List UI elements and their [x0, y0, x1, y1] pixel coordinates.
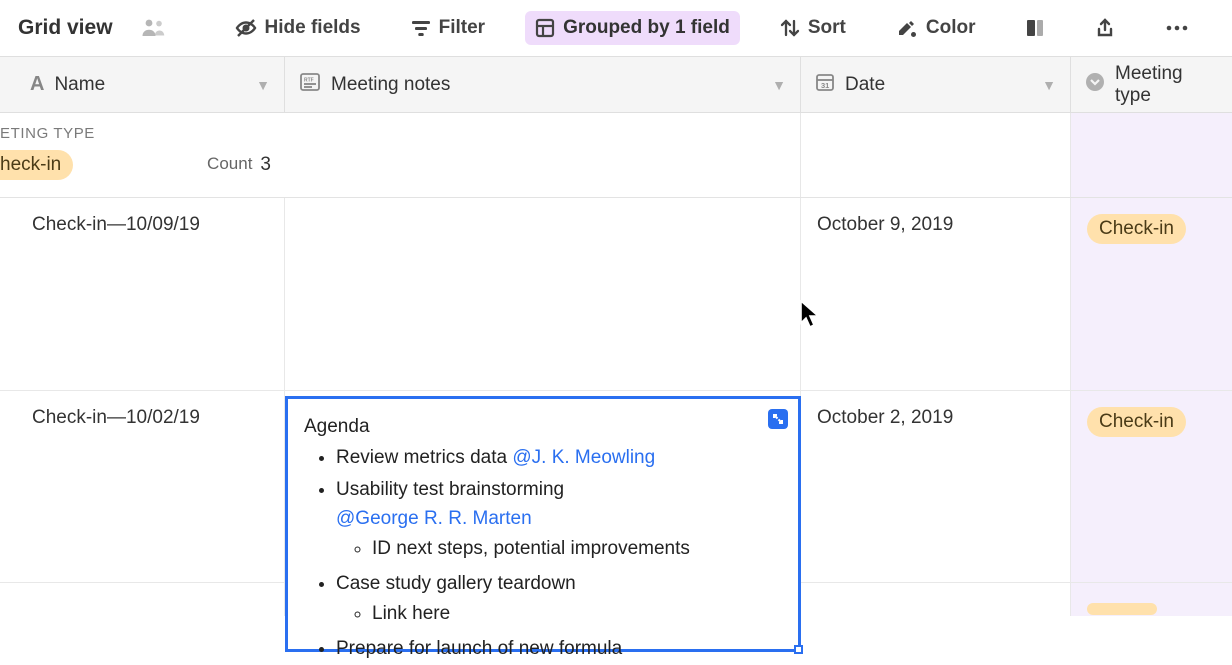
column-type-label: Meeting type — [1115, 63, 1218, 107]
calendar-field-icon: 31 — [815, 72, 835, 98]
rich-text-content[interactable]: Agenda Review metrics data @J. K. Meowli… — [304, 413, 782, 665]
chevron-down-icon[interactable]: ▼ — [772, 77, 786, 93]
filter-button[interactable]: Filter — [401, 11, 495, 45]
sort-button[interactable]: Sort — [770, 11, 856, 45]
group-count: Count 3 — [207, 154, 271, 176]
chevron-down-icon[interactable]: ▼ — [1042, 77, 1056, 93]
select-field-icon — [1085, 72, 1105, 98]
sort-label: Sort — [808, 17, 846, 39]
group-header: ETING TYPE heck-in Count 3 — [0, 113, 1232, 198]
filter-label: Filter — [439, 17, 485, 39]
mention[interactable]: @J. K. Meowling — [512, 447, 655, 468]
text-field-icon: A — [30, 73, 44, 96]
chevron-down-icon[interactable]: ▼ — [256, 77, 270, 93]
agenda-heading: Agenda — [304, 413, 782, 442]
expand-cell-icon[interactable] — [768, 409, 788, 429]
grouped-label: Grouped by 1 field — [563, 17, 730, 39]
hide-fields-button[interactable]: Hide fields — [225, 11, 371, 45]
type-pill — [1087, 603, 1157, 615]
row-height-icon[interactable] — [1015, 12, 1055, 44]
grouped-by-button[interactable]: Grouped by 1 field — [525, 11, 740, 45]
name-cell[interactable]: Check-in—10/09/19 — [0, 198, 285, 390]
mention[interactable]: @George R. R. Marten — [336, 508, 532, 529]
column-header-date[interactable]: 31 Date ▼ — [801, 57, 1071, 112]
column-header-meeting-notes[interactable]: RTF Meeting notes ▼ — [285, 57, 801, 112]
meeting-type-cell[interactable]: Check-in — [1071, 198, 1232, 390]
more-icon[interactable] — [1155, 18, 1199, 38]
group-field-label: ETING TYPE — [0, 125, 271, 142]
color-label: Color — [926, 17, 976, 39]
meeting-type-cell[interactable]: Check-in — [1071, 391, 1232, 582]
share-view-icon[interactable] — [1085, 12, 1125, 44]
type-pill: Check-in — [1087, 214, 1186, 244]
column-notes-label: Meeting notes — [331, 74, 450, 96]
meeting-notes-cell-active[interactable]: Agenda Review metrics data @J. K. Meowli… — [285, 396, 801, 652]
group-value-pill[interactable]: heck-in — [0, 150, 73, 180]
date-cell[interactable]: October 2, 2019 — [801, 391, 1071, 582]
type-pill: Check-in — [1087, 407, 1186, 437]
column-date-label: Date — [845, 74, 885, 96]
column-header-name[interactable]: A Name ▼ — [0, 57, 285, 112]
table-row: Check-in—10/09/19 October 9, 2019 Check-… — [0, 198, 1232, 391]
toolbar: Grid view Hide fields Filter Grouped by … — [0, 0, 1232, 56]
column-name-label: Name — [54, 74, 105, 96]
svg-text:RTF: RTF — [304, 77, 314, 83]
date-cell[interactable]: October 9, 2019 — [801, 198, 1071, 390]
name-cell[interactable]: Check-in—10/02/19 — [0, 391, 285, 582]
svg-text:31: 31 — [821, 81, 829, 90]
resize-handle[interactable] — [794, 645, 803, 654]
column-header-row: A Name ▼ RTF Meeting notes ▼ 31 Date ▼ M… — [0, 56, 1232, 113]
column-header-meeting-type[interactable]: Meeting type — [1071, 57, 1232, 112]
hide-fields-label: Hide fields — [265, 17, 361, 39]
color-button[interactable]: Color — [886, 11, 986, 45]
collab-icon[interactable] — [139, 11, 169, 45]
rtf-field-icon: RTF — [299, 71, 321, 99]
view-name[interactable]: Grid view — [8, 10, 123, 46]
